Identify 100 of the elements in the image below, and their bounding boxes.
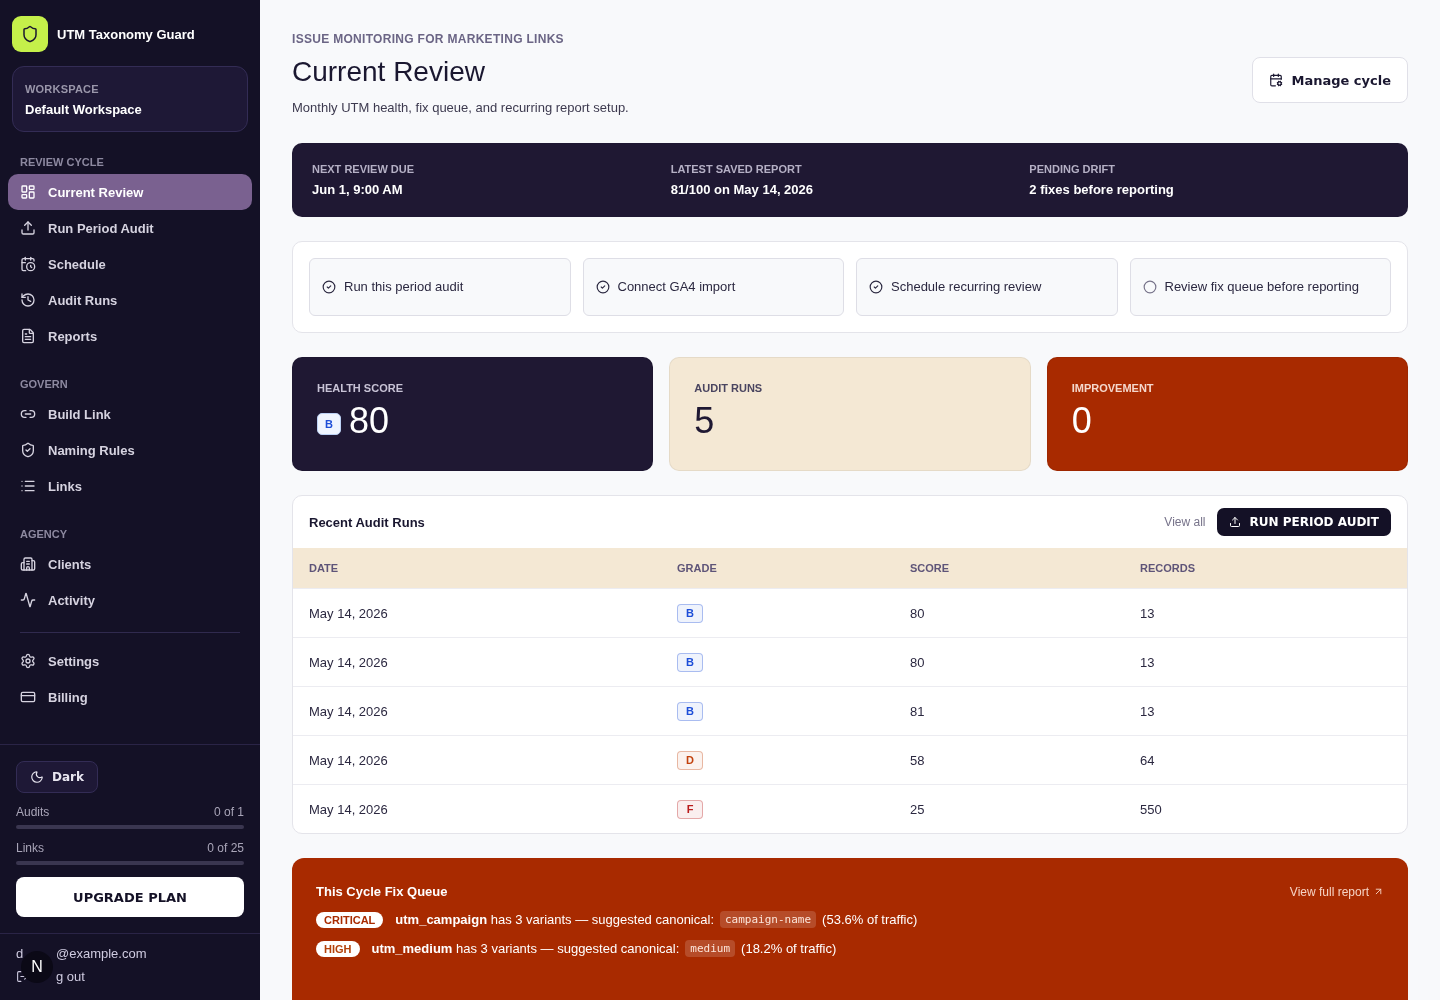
history-icon xyxy=(20,292,36,308)
canonical-code: campaign-name xyxy=(720,911,817,928)
logout-link[interactable]: g out xyxy=(56,969,85,984)
stat-value: 0 xyxy=(1071,400,1092,442)
table-cell-text: 13 xyxy=(1140,703,1156,719)
usage-reading: 0 of 1 xyxy=(213,805,244,819)
traffic-share: (18.2% of traffic) xyxy=(741,941,837,956)
checklist-item[interactable]: Schedule recurring review xyxy=(856,258,1118,316)
checklist-item[interactable]: Run this period audit xyxy=(309,258,571,316)
table-cell-text: 80 xyxy=(910,605,926,621)
table-cell-text: 550 xyxy=(1140,801,1163,817)
run-audit-button[interactable]: RUN PERIOD AUDIT xyxy=(1217,508,1391,536)
usage-label: Links xyxy=(16,841,44,855)
upgrade-button[interactable]: UPGRADE PLAN xyxy=(16,877,244,917)
nav-item[interactable]: Settings xyxy=(8,643,252,679)
canonical-code: medium xyxy=(685,940,736,957)
logo-icon xyxy=(12,16,48,52)
nav-item[interactable]: Naming Rules xyxy=(8,432,252,468)
card-icon xyxy=(20,689,36,705)
grade-badge: B xyxy=(677,603,703,623)
stat-value: 5 xyxy=(694,400,715,442)
issue-text: utm_medium has 3 variants — suggested canonical: xyxy=(371,941,680,956)
grade-badge: D xyxy=(677,750,703,770)
view-report-link[interactable]: View full report xyxy=(1289,884,1384,899)
table-cell-text: May 14, 2026 xyxy=(309,801,389,817)
column-header: RECORDS xyxy=(1140,562,1196,574)
checklist-label: Run this period audit xyxy=(344,278,464,296)
checklist-item[interactable]: Connect GA4 import xyxy=(582,258,844,316)
checklist-label: Schedule recurring review xyxy=(891,278,1042,296)
shield-icon xyxy=(20,442,36,458)
grade-badge: B xyxy=(677,652,703,672)
upload-icon xyxy=(1229,516,1242,528)
nav-item[interactable]: Links xyxy=(8,468,252,504)
table-cell-text: 13 xyxy=(1140,605,1156,621)
list-icon xyxy=(20,478,36,494)
summary-label: LATEST SAVED REPORT xyxy=(670,163,803,175)
nav-item[interactable]: Activity xyxy=(8,582,252,618)
table-cell-text: 25 xyxy=(910,801,926,817)
upload-icon xyxy=(20,220,36,236)
usage-label: Audits xyxy=(16,805,50,819)
summary-value: 81/100 on May 14, 2026 xyxy=(670,182,815,197)
page-eyebrow: ISSUE MONITORING FOR MARKETING LINKS xyxy=(292,32,565,46)
column-header: DATE xyxy=(309,562,340,574)
summary-label: NEXT REVIEW DUE xyxy=(312,163,416,175)
workspace-label: WORKSPACE xyxy=(25,83,100,95)
nav-item[interactable]: Reports xyxy=(8,318,252,354)
page-title: Current Review xyxy=(292,56,486,88)
calendar-icon xyxy=(1269,73,1284,87)
grade-badge: B xyxy=(317,413,341,435)
page-subtitle: Monthly UTM health, fix queue, and recurring report setup. xyxy=(292,100,629,115)
settings-icon xyxy=(20,653,36,669)
table-cell-text: 80 xyxy=(910,654,926,670)
nav-item[interactable]: Build Link xyxy=(8,396,252,432)
table-cell-text: 13 xyxy=(1140,654,1156,670)
stat-label: IMPROVEMENT xyxy=(1071,382,1155,394)
nav-item[interactable]: Billing xyxy=(8,679,252,715)
moon-icon xyxy=(30,770,44,784)
severity-badge: HIGH xyxy=(316,940,360,957)
summary-label: PENDING DRIFT xyxy=(1029,163,1116,175)
table-cell-text: May 14, 2026 xyxy=(309,654,389,670)
nav-item[interactable]: Current Review xyxy=(8,174,252,210)
email-text: d xyxy=(16,946,24,961)
table-cell-text: 64 xyxy=(1140,752,1156,768)
checklist-label: Connect GA4 import xyxy=(617,278,736,296)
email-text: @example.com xyxy=(56,946,147,961)
brand-name: UTM Taxonomy Guard xyxy=(57,26,195,42)
nav-item[interactable]: Schedule xyxy=(8,246,252,282)
manage-cycle-button[interactable]: Manage cycle xyxy=(1252,57,1408,103)
stat-label: AUDIT RUNS xyxy=(694,382,764,394)
dashboard-icon xyxy=(20,184,36,200)
section-title: GOVERN xyxy=(19,378,69,392)
nav-item[interactable]: Clients xyxy=(8,546,252,582)
stat-label: HEALTH SCORE xyxy=(317,382,404,394)
section-title: AGENCY xyxy=(19,528,69,542)
column-header: SCORE xyxy=(910,562,951,574)
nav-item[interactable]: Audit Runs xyxy=(8,282,252,318)
summary-value: Jun 1, 9:00 AM xyxy=(312,182,404,197)
building-icon xyxy=(20,556,36,572)
nav-item[interactable]: Run Period Audit xyxy=(8,210,252,246)
checklist-item[interactable]: Review fix queue before reporting xyxy=(1129,258,1391,316)
usage-reading: 0 of 25 xyxy=(207,841,244,855)
activity-icon xyxy=(20,592,36,608)
table-cell-text: May 14, 2026 xyxy=(309,605,389,621)
column-header: GRADE xyxy=(677,562,718,574)
section-title: REVIEW CYCLE xyxy=(19,156,105,170)
workspace-card[interactable]: WORKSPACE Default Workspace xyxy=(12,66,248,132)
table-cell-text: 58 xyxy=(910,752,926,768)
calendar-icon xyxy=(20,256,36,272)
grade-badge: B xyxy=(677,701,703,721)
issue-text: utm_campaign has 3 variants — suggested canonical: xyxy=(395,912,714,927)
table-cell-text: 81 xyxy=(910,703,926,719)
checklist-label: Review fix queue before reporting xyxy=(1164,278,1359,296)
theme-toggle[interactable]: Dark xyxy=(16,761,98,793)
panel-title: This Cycle Fix Queue xyxy=(316,884,448,899)
workspace-name: Default Workspace xyxy=(25,102,143,117)
view-all-link[interactable]: View all xyxy=(1164,515,1206,529)
arrow-up-right-icon xyxy=(1373,886,1384,897)
table-cell-text: May 14, 2026 xyxy=(309,752,389,768)
grade-badge: F xyxy=(677,799,703,819)
severity-badge: CRITICAL xyxy=(316,911,384,928)
